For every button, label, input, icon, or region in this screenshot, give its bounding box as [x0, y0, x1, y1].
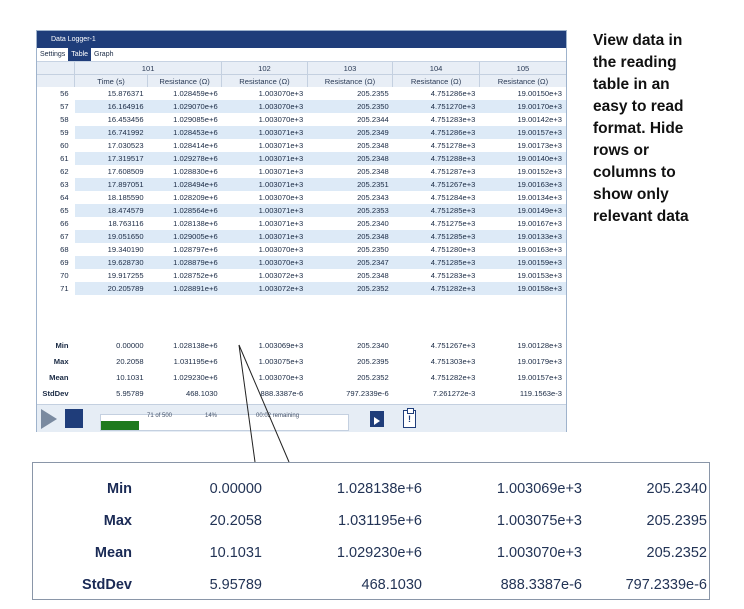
zoom-stat-value: 1.029230e+6	[336, 545, 422, 561]
zoom-stat-value: 205.2395	[646, 513, 707, 529]
zoom-stat-label: StdDev	[82, 577, 132, 593]
zoom-stat-row: StdDev 5.95789 468.1030 888.3387e-6 797.2339…	[33, 569, 708, 601]
zoom-stat-value: 5.95789	[209, 577, 262, 593]
zoom-stat-row: Min 0.00000 1.028138e+6 1.003069e+3 205.2340	[33, 473, 708, 505]
zoom-stat-value: 10.1031	[209, 545, 262, 561]
zoom-stat-value: 20.2058	[209, 513, 262, 529]
zoom-stat-value: 1.031195e+6	[338, 513, 422, 529]
zoom-stat-value: 1.003069e+3	[496, 481, 582, 497]
zoom-stat-value: 1.003075e+3	[496, 513, 582, 529]
zoom-stat-label: Mean	[94, 545, 132, 561]
zoom-stat-value: 205.2352	[646, 545, 707, 561]
zoom-stat-value: 0.00000	[209, 481, 262, 497]
zoom-stat-row: Mean 10.1031 1.029230e+6 1.003070e+3 205.235…	[33, 537, 708, 569]
zoom-stat-row: Max 20.2058 1.031195e+6 1.003075e+3 205.2395	[33, 505, 708, 537]
zoom-stat-value: 797.2339e-6	[625, 577, 707, 593]
zoom-stat-value: 1.003070e+3	[496, 545, 582, 561]
zoomed-statistics: Min 0.00000 1.028138e+6 1.003069e+3 205.2340…	[32, 462, 710, 600]
zoom-stat-label: Min	[107, 481, 132, 497]
zoom-stat-value: 205.2340	[646, 481, 707, 497]
zoom-stat-label: Max	[103, 513, 132, 529]
zoom-stat-value: 468.1030	[361, 577, 422, 593]
zoom-stat-value: 1.028138e+6	[336, 481, 422, 497]
zoom-stat-value: 888.3387e-6	[500, 577, 582, 593]
